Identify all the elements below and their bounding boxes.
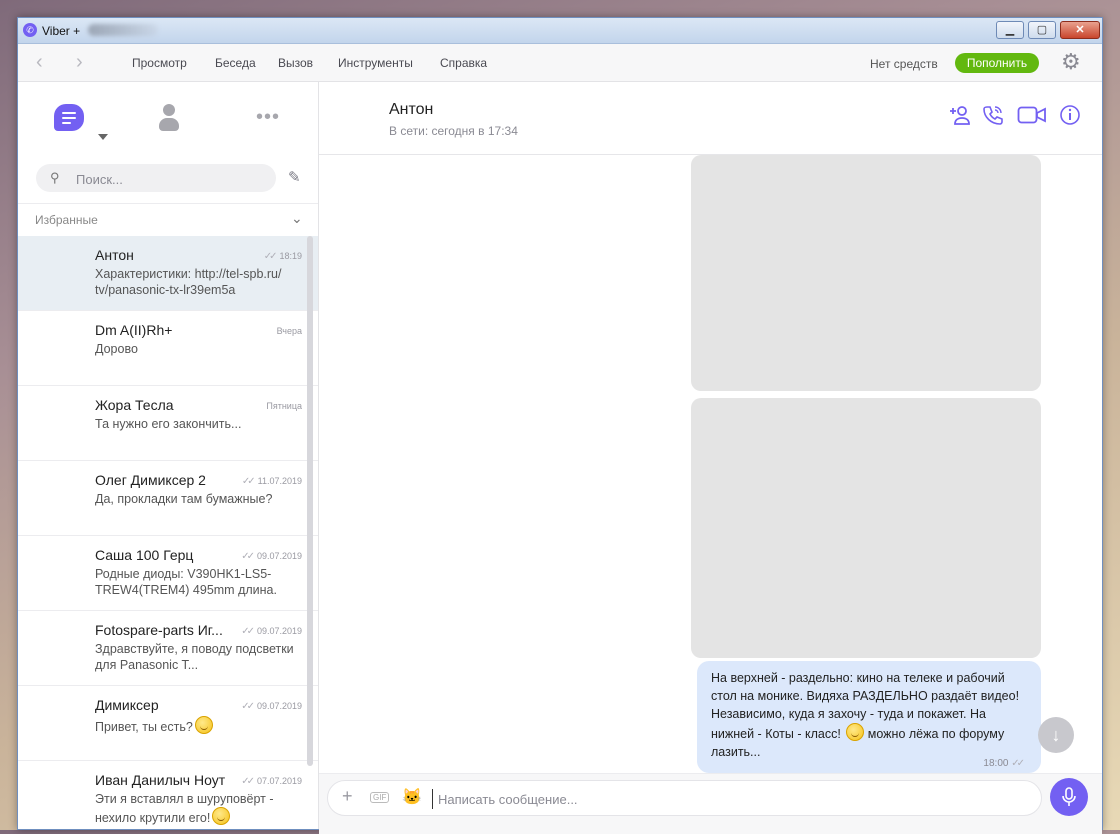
title-bar: ✆ Viber + ▁ ▢ ✕: [18, 18, 1102, 44]
balance-text: Нет средств: [870, 57, 938, 71]
chat-item[interactable]: Олег Димиксер 2 ✓✓ 11.07.2019 Да, проклад…: [18, 461, 318, 536]
chat-name: Жора Тесла: [95, 397, 174, 413]
chat-time: ✓✓ 11.07.2019: [241, 476, 302, 487]
conversation-header: Антон В сети: сегодня в 17:34: [319, 82, 1102, 155]
sidebar-tabs: •••: [18, 82, 318, 154]
video-call-icon[interactable]: [1017, 104, 1047, 129]
message-text: На верхней - раздельно: кино на телеке и…: [711, 671, 1020, 759]
favorites-label: Избранные: [35, 213, 98, 227]
contact-status: В сети: сегодня в 17:34: [389, 124, 518, 138]
chat-name: Fotospare-parts Иг...: [95, 622, 223, 638]
gif-icon[interactable]: GIF: [370, 792, 390, 803]
chat-list: Антон ✓✓ 18:19 Характеристики: http://tel…: [18, 236, 318, 829]
chat-item[interactable]: Димиксер ✓✓ 09.07.2019 Привет, ты есть?: [18, 686, 318, 761]
read-ticks-icon: ✓✓: [241, 701, 255, 712]
smile-emoji-icon: [194, 716, 213, 734]
chat-item[interactable]: Саша 100 Герц ✓✓ 09.07.2019 Родные диоды:…: [18, 536, 318, 611]
chat-name: Димиксер: [95, 697, 159, 713]
conversation-pane: Антон В сети: сегодня в 17:34 На верхней…: [319, 82, 1102, 834]
menu-view[interactable]: Просмотр: [132, 56, 187, 70]
chat-name: Dm A(II)Rh+: [95, 322, 173, 338]
search-icon: ⚲: [50, 170, 60, 185]
chat-time: ✓✓ 09.07.2019: [241, 626, 302, 637]
message-composer: + GIF 🐱: [319, 773, 1102, 834]
chat-time: ✓✓ 18:19: [263, 251, 302, 262]
chat-item[interactable]: Антон ✓✓ 18:19 Характеристики: http://tel…: [18, 236, 318, 311]
read-ticks-icon: ✓✓: [241, 476, 256, 487]
search-box: ⚲: [36, 164, 276, 192]
menu-tools[interactable]: Инструменты: [338, 56, 413, 70]
chat-time: ✓✓ 09.07.2019: [241, 701, 302, 712]
sidebar: ••• ⚲ ✎ Избранные ⌄ Антон ✓✓18:19 Характ…: [18, 82, 319, 829]
laughing-emoji-icon: [212, 807, 231, 825]
chat-name: Антон: [95, 247, 134, 263]
chat-item[interactable]: Иван Данилыч Ноут ✓✓ 07.07.2019 Эти я вст…: [18, 761, 318, 829]
menu-help[interactable]: Справка: [440, 56, 487, 70]
contacts-tab-icon[interactable]: [158, 104, 180, 134]
read-ticks-icon: ✓✓: [241, 551, 255, 562]
topup-button[interactable]: Пополнить: [955, 53, 1039, 73]
search-input[interactable]: [74, 169, 268, 189]
scroll-down-button[interactable]: ↓: [1038, 717, 1074, 753]
favorites-header[interactable]: Избранные ⌄: [18, 203, 318, 238]
voice-call-icon[interactable]: [982, 104, 1004, 129]
menu-conversation[interactable]: Беседа: [215, 56, 256, 70]
sticker-cat-icon[interactable]: 🐱: [402, 787, 422, 807]
chevron-down-icon[interactable]: ⌄: [291, 210, 303, 227]
viber-logo-icon: ✆: [23, 23, 37, 37]
message-input[interactable]: [432, 789, 1030, 809]
more-tab-icon[interactable]: •••: [256, 106, 280, 129]
chat-preview: Здравствуйте, я поводу подсветки для Pan…: [95, 642, 294, 672]
chat-preview: Та нужно его закончить...: [95, 417, 242, 431]
chat-item[interactable]: Dm A(II)Rh+ Вчера Дорово: [18, 311, 318, 386]
message-time: 18:00 ✓✓: [983, 758, 1025, 769]
chat-name: Иван Данилыч Ноут: [95, 772, 226, 788]
chat-preview: Дорово: [95, 342, 138, 356]
chat-time: Пятница: [266, 401, 302, 411]
microphone-button[interactable]: [1050, 778, 1088, 816]
smile-emoji-icon: [846, 723, 865, 741]
outgoing-message-bubble: На верхней - раздельно: кино на телеке и…: [697, 661, 1041, 773]
back-arrow-icon[interactable]: ‹: [36, 52, 43, 72]
image-message-placeholder[interactable]: [691, 398, 1041, 658]
maximize-button[interactable]: ▢: [1028, 21, 1056, 39]
contact-name: Антон: [389, 101, 434, 118]
chat-preview: Привет, ты есть?: [95, 716, 300, 735]
window-title: Viber +: [42, 24, 81, 38]
redacted-phone-number: [88, 24, 158, 36]
chat-time: Вчера: [276, 326, 302, 336]
chats-dropdown-icon[interactable]: [98, 134, 108, 140]
chat-time: ✓✓ 09.07.2019: [241, 551, 302, 562]
read-ticks-icon: ✓✓: [263, 251, 278, 262]
chat-preview: Эти я вставлял в шуруповёрт - нехило кру…: [95, 792, 274, 825]
image-message-placeholder[interactable]: [691, 155, 1041, 391]
chat-name: Олег Димиксер 2: [95, 472, 206, 488]
chat-name: Саша 100 Герц: [95, 547, 194, 563]
read-ticks-icon: ✓✓: [241, 776, 255, 787]
menu-call[interactable]: Вызов: [278, 56, 313, 70]
chat-preview: Родные диоды: V390HK1-LS5-TREW4(TREM4) 4…: [95, 567, 277, 597]
gear-icon[interactable]: ⚙: [1061, 49, 1081, 75]
info-icon[interactable]: [1059, 104, 1081, 129]
viber-window: ✆ Viber + ▁ ▢ ✕ ‹ › Просмотр Беседа Вызо…: [17, 17, 1103, 834]
chat-item[interactable]: Жора Тесла Пятница Та нужно его закончит…: [18, 386, 318, 461]
sidebar-scrollbar[interactable]: [307, 236, 313, 766]
message-area: На верхней - раздельно: кино на телеке и…: [319, 155, 1102, 773]
menu-bar: ‹ › Просмотр Беседа Вызов Инструменты Сп…: [18, 44, 1102, 82]
close-button[interactable]: ✕: [1060, 21, 1100, 39]
forward-arrow-icon[interactable]: ›: [76, 52, 83, 72]
compose-icon[interactable]: ✎: [288, 168, 301, 186]
read-ticks-icon: ✓✓: [241, 626, 255, 637]
add-participant-icon[interactable]: [947, 104, 971, 129]
chats-tab-icon[interactable]: [54, 104, 84, 131]
composer-box: + GIF 🐱: [327, 780, 1042, 816]
chat-preview: Характеристики: http://tel-spb.ru/ tv/pa…: [95, 267, 282, 297]
read-ticks-icon: ✓✓: [1011, 758, 1025, 769]
chat-time: ✓✓ 07.07.2019: [241, 776, 302, 787]
chat-preview: Да, прокладки там бумажные?: [95, 492, 273, 506]
plus-icon[interactable]: +: [342, 786, 353, 807]
chat-item[interactable]: Fotospare-parts Иг... ✓✓ 09.07.2019 Здрав…: [18, 611, 318, 686]
minimize-button[interactable]: ▁: [996, 21, 1024, 39]
